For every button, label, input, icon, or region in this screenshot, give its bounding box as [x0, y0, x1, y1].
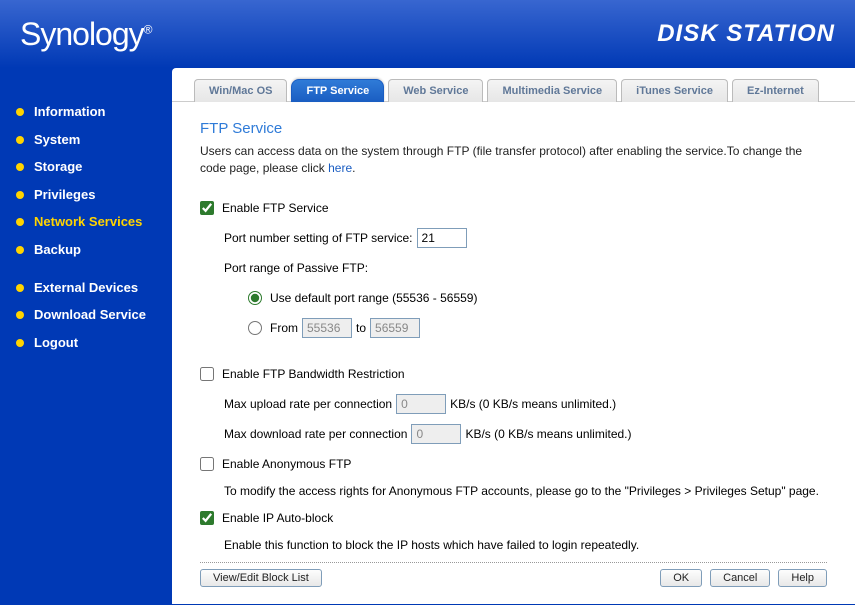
passive-custom-row: From to [200, 317, 827, 339]
desc-text: Users can access data on the system thro… [200, 144, 802, 175]
enable-ftp-row: Enable FTP Service [200, 197, 827, 219]
upload-rate-label: Max upload rate per connection [224, 397, 392, 411]
view-edit-block-list-button[interactable]: View/Edit Block List [200, 569, 322, 587]
sidebar-item-label: Backup [34, 242, 81, 258]
passive-label: Port range of Passive FTP: [224, 261, 368, 275]
code-page-link[interactable]: here [328, 161, 352, 175]
sidebar-item-label: System [34, 132, 80, 148]
bullet-icon [16, 246, 24, 254]
action-buttons: OK Cancel Help [660, 569, 827, 587]
tab-multimedia-service[interactable]: Multimedia Service [487, 79, 617, 102]
anonymous-checkbox[interactable] [200, 457, 214, 471]
port-row: Port number setting of FTP service: [200, 227, 827, 249]
header: Synology® DISK STATION [0, 0, 855, 68]
passive-default-label: Use default port range (55536 - 56559) [270, 291, 477, 305]
page-title: FTP Service [200, 120, 827, 137]
bullet-icon [16, 218, 24, 226]
product-title: DISK STATION [657, 20, 835, 48]
sidebar-item-storage[interactable]: Storage [0, 153, 172, 181]
bullet-icon [16, 311, 24, 319]
sidebar-item-backup[interactable]: Backup [0, 236, 172, 264]
passive-from-label: From [270, 321, 298, 335]
autoblock-row: Enable IP Auto-block [200, 507, 827, 529]
upload-rate-row: Max upload rate per connection KB/s (0 K… [200, 393, 827, 415]
autoblock-checkbox[interactable] [200, 511, 214, 525]
passive-to-label: to [356, 321, 366, 335]
port-input[interactable] [417, 228, 467, 248]
autoblock-note: Enable this function to block the IP hos… [200, 537, 827, 554]
sidebar-item-label: External Devices [34, 280, 138, 296]
cancel-button[interactable]: Cancel [710, 569, 770, 587]
anonymous-label: Enable Anonymous FTP [222, 457, 351, 471]
passive-to-input[interactable] [370, 318, 420, 338]
sidebar-item-label: Download Service [34, 307, 146, 323]
main: Information System Storage Privileges Ne… [0, 68, 855, 604]
autoblock-label: Enable IP Auto-block [222, 511, 333, 525]
tab-web-service[interactable]: Web Service [388, 79, 483, 102]
sidebar-item-system[interactable]: System [0, 126, 172, 154]
tab-ez-internet[interactable]: Ez-Internet [732, 79, 819, 102]
tab-itunes-service[interactable]: iTunes Service [621, 79, 728, 102]
tab-win-mac-os[interactable]: Win/Mac OS [194, 79, 287, 102]
passive-default-radio[interactable] [248, 291, 262, 305]
bullet-icon [16, 108, 24, 116]
anonymous-note: To modify the access rights for Anonymou… [200, 483, 827, 500]
bullet-icon [16, 284, 24, 292]
sidebar-item-label: Network Services [34, 214, 142, 230]
sidebar-item-external-devices[interactable]: External Devices [0, 274, 172, 302]
content-body: FTP Service Users can access data on the… [172, 102, 855, 605]
sidebar-item-label: Logout [34, 335, 78, 351]
download-rate-label: Max download rate per connection [224, 427, 407, 441]
bandwidth-row: Enable FTP Bandwidth Restriction [200, 363, 827, 385]
desc-suffix: . [352, 161, 355, 175]
port-label: Port number setting of FTP service: [224, 231, 413, 245]
upload-rate-input[interactable] [396, 394, 446, 414]
help-button[interactable]: Help [778, 569, 827, 587]
passive-default-row: Use default port range (55536 - 56559) [200, 287, 827, 309]
sidebar-item-logout[interactable]: Logout [0, 329, 172, 357]
bullet-icon [16, 191, 24, 199]
bullet-icon [16, 339, 24, 347]
passive-custom-radio[interactable] [248, 321, 262, 335]
passive-label-row: Port range of Passive FTP: [200, 257, 827, 279]
download-rate-row: Max download rate per connection KB/s (0… [200, 423, 827, 445]
sidebar-item-information[interactable]: Information [0, 98, 172, 126]
passive-from-input[interactable] [302, 318, 352, 338]
sidebar-item-label: Storage [34, 159, 82, 175]
button-row: View/Edit Block List OK Cancel Help [200, 562, 827, 587]
page-description: Users can access data on the system thro… [200, 143, 827, 177]
enable-ftp-label: Enable FTP Service [222, 201, 329, 215]
download-rate-input[interactable] [411, 424, 461, 444]
upload-rate-note: KB/s (0 KB/s means unlimited.) [450, 397, 616, 411]
content: Win/Mac OS FTP Service Web Service Multi… [172, 68, 855, 604]
sidebar: Information System Storage Privileges Ne… [0, 68, 172, 604]
sidebar-item-network-services[interactable]: Network Services [0, 208, 172, 236]
bandwidth-checkbox[interactable] [200, 367, 214, 381]
sidebar-item-privileges[interactable]: Privileges [0, 181, 172, 209]
sidebar-item-download-service[interactable]: Download Service [0, 301, 172, 329]
bandwidth-label: Enable FTP Bandwidth Restriction [222, 367, 405, 381]
enable-ftp-checkbox[interactable] [200, 201, 214, 215]
anonymous-row: Enable Anonymous FTP [200, 453, 827, 475]
tab-ftp-service[interactable]: FTP Service [291, 79, 384, 102]
download-rate-note: KB/s (0 KB/s means unlimited.) [465, 427, 631, 441]
bullet-icon [16, 136, 24, 144]
sidebar-item-label: Information [34, 104, 106, 120]
bullet-icon [16, 163, 24, 171]
ok-button[interactable]: OK [660, 569, 702, 587]
sidebar-item-label: Privileges [34, 187, 95, 203]
tabs: Win/Mac OS FTP Service Web Service Multi… [172, 68, 855, 102]
logo: Synology® [20, 16, 151, 53]
